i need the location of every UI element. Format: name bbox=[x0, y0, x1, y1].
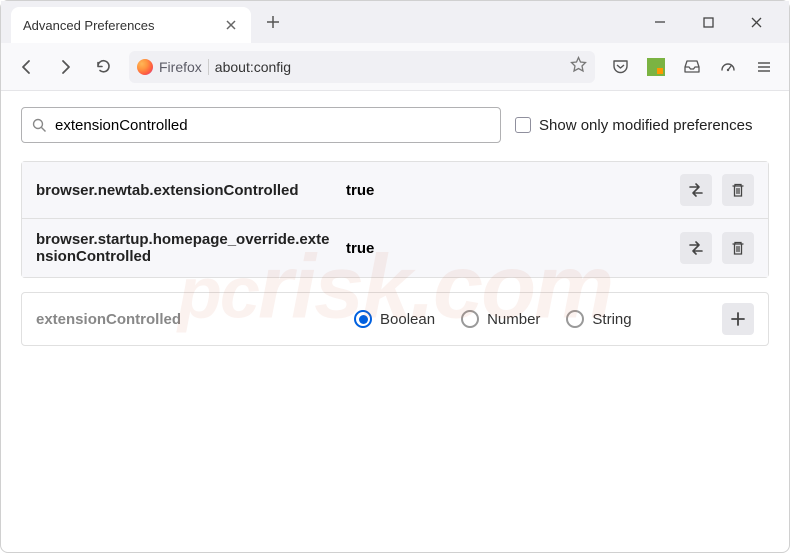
inbox-icon[interactable] bbox=[677, 52, 707, 82]
extension-icon[interactable] bbox=[641, 52, 671, 82]
search-icon bbox=[32, 118, 47, 133]
delete-button[interactable] bbox=[722, 232, 754, 264]
tab-title: Advanced Preferences bbox=[23, 18, 215, 33]
show-modified-label: Show only modified preferences bbox=[539, 117, 752, 134]
radio-label: Number bbox=[487, 311, 540, 328]
radio-icon bbox=[354, 310, 372, 328]
reload-button[interactable] bbox=[87, 51, 119, 83]
url-text: about:config bbox=[215, 59, 564, 75]
content-area: Show only modified preferences browser.n… bbox=[1, 91, 789, 362]
bookmark-star-icon[interactable] bbox=[570, 56, 587, 78]
table-row: browser.startup.homepage_override.extens… bbox=[22, 218, 768, 277]
table-row: browser.newtab.extensionControlled true bbox=[22, 162, 768, 218]
add-pref-button[interactable] bbox=[722, 303, 754, 335]
radio-label: Boolean bbox=[380, 311, 435, 328]
new-tab-button[interactable] bbox=[259, 8, 287, 36]
radio-boolean[interactable]: Boolean bbox=[354, 310, 435, 328]
toolbar: Firefox about:config bbox=[1, 43, 789, 91]
pref-name: browser.newtab.extensionControlled bbox=[36, 182, 336, 199]
pref-value: true bbox=[346, 182, 670, 199]
search-box[interactable] bbox=[21, 107, 501, 143]
window-close-button[interactable] bbox=[741, 7, 771, 37]
minimize-button[interactable] bbox=[645, 7, 675, 37]
dashboard-icon[interactable] bbox=[713, 52, 743, 82]
back-button[interactable] bbox=[11, 51, 43, 83]
show-modified-checkbox-wrap[interactable]: Show only modified preferences bbox=[515, 117, 752, 134]
toggle-button[interactable] bbox=[680, 232, 712, 264]
firefox-icon bbox=[137, 59, 153, 75]
radio-icon bbox=[461, 310, 479, 328]
new-pref-name: extensionControlled bbox=[36, 311, 336, 328]
urlbar-context-label: Firefox bbox=[159, 59, 209, 75]
type-radio-group: Boolean Number String bbox=[354, 310, 704, 328]
delete-button[interactable] bbox=[722, 174, 754, 206]
url-bar[interactable]: Firefox about:config bbox=[129, 51, 595, 83]
menu-button[interactable] bbox=[749, 52, 779, 82]
pref-name: browser.startup.homepage_override.extens… bbox=[36, 231, 336, 265]
browser-tab[interactable]: Advanced Preferences bbox=[11, 7, 251, 43]
show-modified-checkbox[interactable] bbox=[515, 117, 531, 133]
titlebar: Advanced Preferences bbox=[1, 1, 789, 43]
tab-close-button[interactable] bbox=[223, 17, 239, 33]
new-pref-row: extensionControlled Boolean Number Strin… bbox=[21, 292, 769, 346]
radio-string[interactable]: String bbox=[566, 310, 631, 328]
search-row: Show only modified preferences bbox=[21, 107, 769, 143]
results-table: browser.newtab.extensionControlled true … bbox=[21, 161, 769, 278]
radio-number[interactable]: Number bbox=[461, 310, 540, 328]
search-input[interactable] bbox=[55, 117, 490, 134]
forward-button[interactable] bbox=[49, 51, 81, 83]
toggle-button[interactable] bbox=[680, 174, 712, 206]
radio-icon bbox=[566, 310, 584, 328]
radio-label: String bbox=[592, 311, 631, 328]
window-controls bbox=[645, 7, 789, 37]
pocket-icon[interactable] bbox=[605, 52, 635, 82]
maximize-button[interactable] bbox=[693, 7, 723, 37]
pref-value: true bbox=[346, 240, 670, 257]
